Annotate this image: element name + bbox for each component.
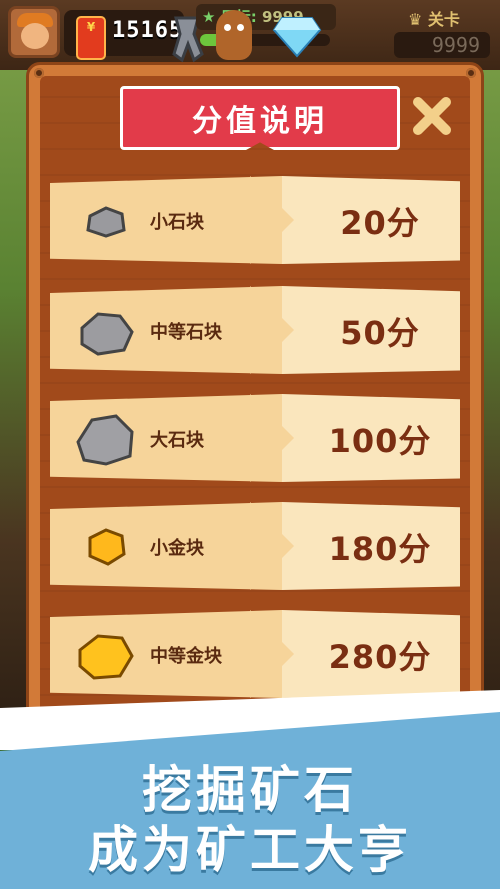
large-stone-icon bbox=[76, 414, 134, 466]
medium-stone-icon bbox=[80, 312, 134, 356]
level-label: ♛ 关卡 bbox=[408, 6, 460, 30]
medium-gold-icon bbox=[78, 634, 134, 680]
red-packet-icon[interactable]: ¥ bbox=[76, 16, 106, 60]
item-score: 280分 bbox=[328, 638, 432, 676]
item-label: 中等石块 bbox=[150, 322, 222, 343]
star-icon: ★ bbox=[202, 8, 216, 26]
item-label: 小石块 bbox=[150, 212, 204, 233]
item-score: 100分 bbox=[328, 422, 432, 460]
small-gold-icon bbox=[88, 528, 126, 566]
item-label: 大石块 bbox=[150, 430, 204, 451]
level-value: 9999 bbox=[394, 32, 490, 58]
score-row: 小石块 20分 bbox=[50, 176, 460, 264]
item-score: 20分 bbox=[340, 204, 420, 242]
diamond-icon[interactable] bbox=[272, 14, 322, 58]
item-label: 中等金块 bbox=[150, 646, 222, 667]
score-row: 中等石块 50分 bbox=[50, 286, 460, 374]
promo-line-2: 成为矿工大亨 bbox=[88, 821, 412, 879]
score-row: 中等金块 280分 bbox=[50, 610, 460, 698]
item-score: 50分 bbox=[340, 314, 420, 352]
level-text: 关卡 bbox=[427, 10, 460, 29]
mascot-icon bbox=[216, 10, 252, 60]
player-avatar[interactable] bbox=[8, 6, 60, 58]
screw-icon bbox=[466, 68, 476, 78]
small-stone-icon bbox=[86, 206, 126, 238]
red-packet-symbol: ¥ bbox=[86, 20, 96, 34]
score-row: 小金块 180分 bbox=[50, 502, 460, 590]
score-row: 大石块 100分 bbox=[50, 394, 460, 482]
item-label: 小金块 bbox=[150, 538, 204, 559]
item-score: 180分 bbox=[328, 530, 432, 568]
crown-icon: ♛ bbox=[408, 10, 423, 29]
top-hud: ¥ 15165 ★ 目标: 9999 ♛ 关卡 9999 bbox=[0, 0, 500, 70]
dialog-title: 分值说明 bbox=[192, 104, 328, 139]
screw-icon bbox=[34, 68, 44, 78]
close-x-icon[interactable] bbox=[412, 96, 452, 136]
